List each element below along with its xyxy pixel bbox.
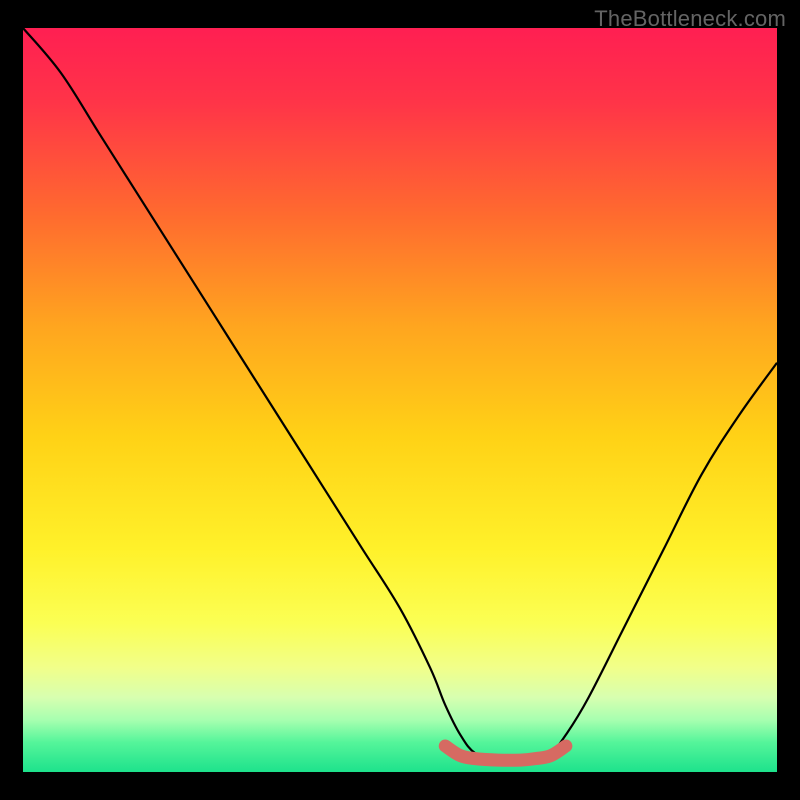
gradient-background (23, 28, 777, 772)
watermark-text: TheBottleneck.com (594, 6, 786, 32)
bottleneck-chart (23, 28, 777, 772)
chart-svg (23, 28, 777, 772)
